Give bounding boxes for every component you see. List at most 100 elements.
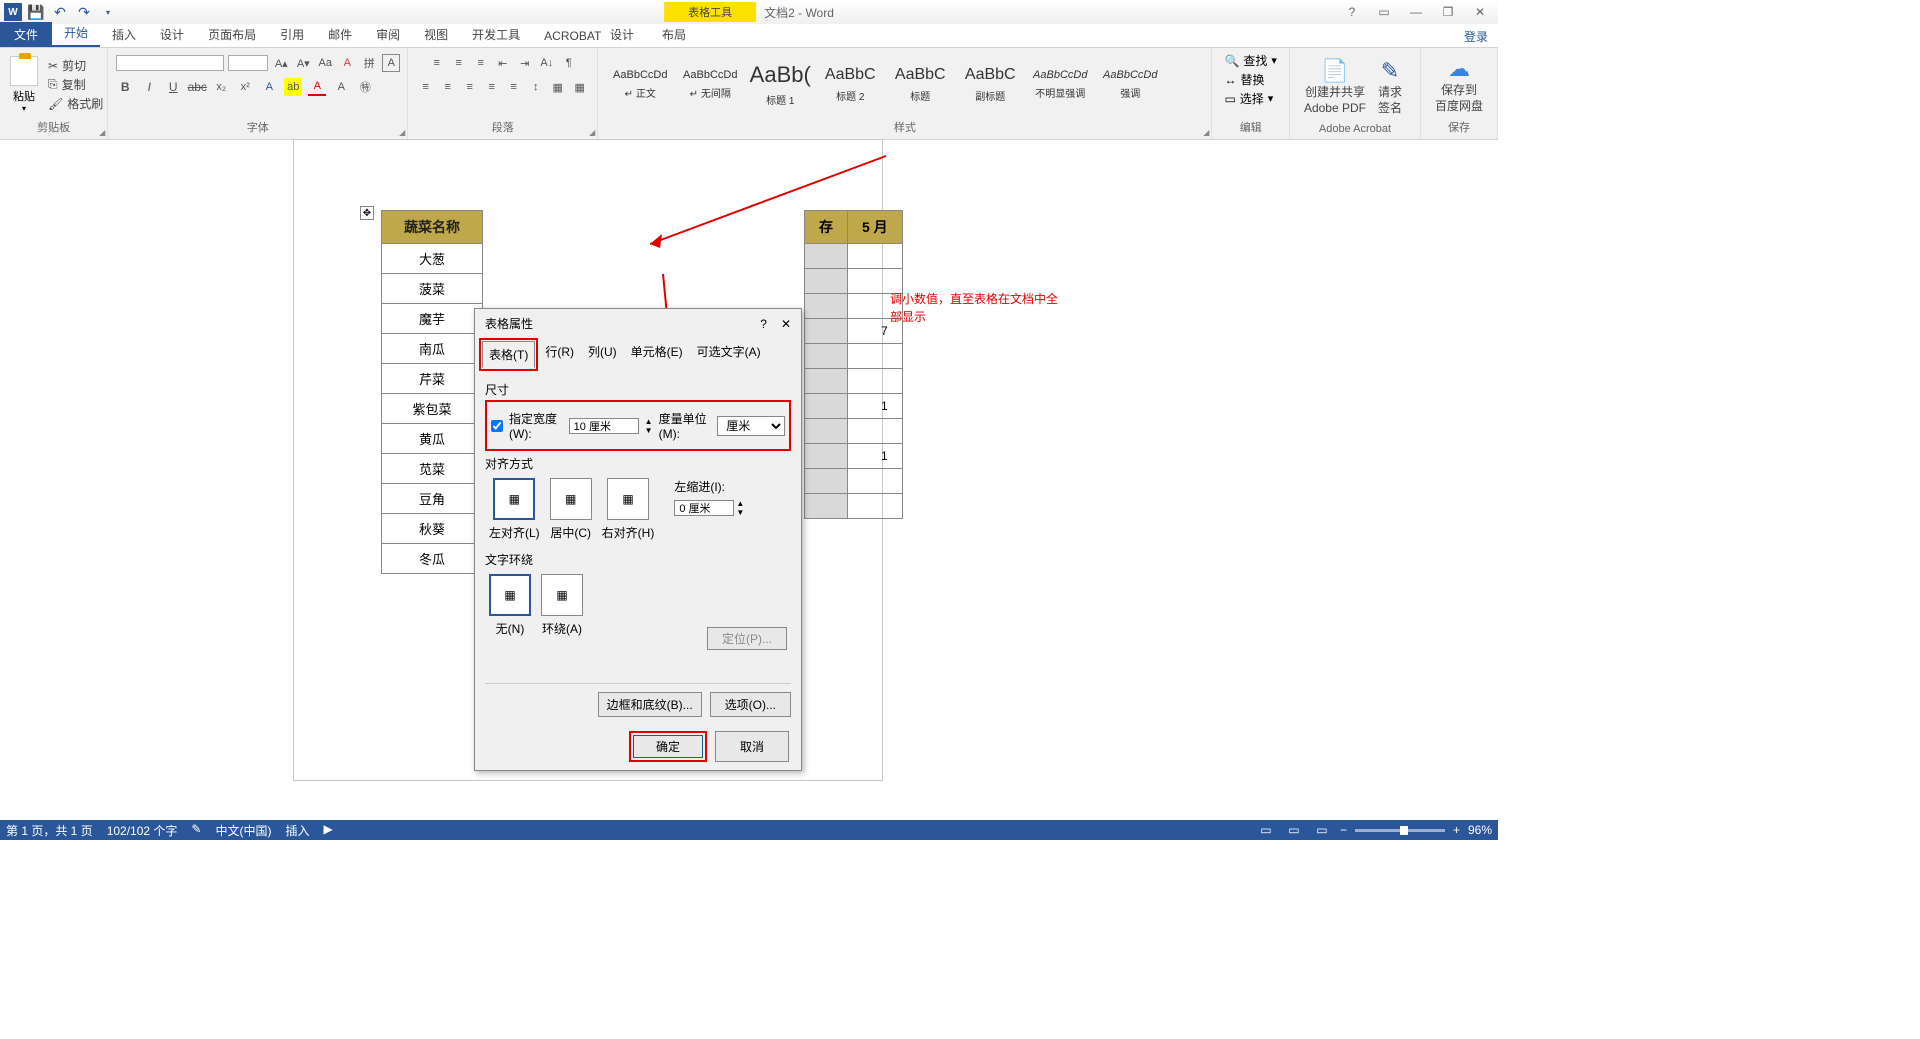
style-item[interactable]: AaBbC标题: [886, 57, 954, 113]
strike-icon[interactable]: abc: [188, 78, 206, 96]
tab-developer[interactable]: 开发工具: [460, 22, 532, 47]
tab-table-layout[interactable]: 布局: [648, 22, 700, 47]
table-cell[interactable]: 豆角: [382, 484, 483, 514]
save-icon[interactable]: 💾: [26, 2, 46, 22]
border-shading-button[interactable]: 边框和底纹(B)...: [598, 692, 702, 717]
status-mode[interactable]: 插入: [285, 822, 309, 839]
font-name-combo[interactable]: [116, 55, 224, 71]
table-cell[interactable]: [805, 344, 848, 369]
italic-icon[interactable]: I: [140, 78, 158, 96]
shrink-font-icon[interactable]: A▾: [294, 54, 312, 72]
dialog-launcher-icon[interactable]: ◢: [1203, 128, 1209, 137]
align-right-icon[interactable]: ≡: [461, 78, 479, 96]
view-web-icon[interactable]: ▭: [1312, 822, 1332, 838]
tab-home[interactable]: 开始: [52, 20, 100, 47]
dialog-tab-table[interactable]: 表格(T): [482, 341, 535, 368]
dialog-launcher-icon[interactable]: ◢: [99, 128, 105, 137]
wrap-none-option[interactable]: ▦无(N): [489, 574, 531, 637]
phonetic-icon[interactable]: 拼: [360, 54, 378, 72]
table-cell[interactable]: 菠菜: [382, 274, 483, 304]
enclose-icon[interactable]: ㊕: [356, 78, 374, 96]
show-marks-icon[interactable]: ¶: [560, 54, 578, 72]
copy-button[interactable]: ⎘复制: [48, 76, 103, 93]
indent-icon[interactable]: ⇥: [516, 54, 534, 72]
zoom-in-icon[interactable]: +: [1453, 823, 1460, 837]
select-button[interactable]: ▭选择 ▾: [1224, 90, 1273, 107]
request-sign-button[interactable]: ✎ 请求签名: [1374, 57, 1406, 115]
tab-mail[interactable]: 邮件: [316, 22, 364, 47]
underline-icon[interactable]: U: [164, 78, 182, 96]
numbering-icon[interactable]: ≡: [450, 54, 468, 72]
tab-design[interactable]: 设计: [148, 22, 196, 47]
style-item[interactable]: AaBbC副标题: [956, 57, 1024, 113]
tab-page-layout[interactable]: 页面布局: [196, 22, 268, 47]
char-shading-icon[interactable]: A: [332, 78, 350, 96]
table-cell[interactable]: [848, 369, 903, 394]
ribbon-options-icon[interactable]: ▭: [1370, 2, 1398, 22]
login-link[interactable]: 登录: [1464, 28, 1488, 45]
width-checkbox[interactable]: [491, 420, 503, 432]
align-left-option[interactable]: ▦左对齐(L): [489, 478, 540, 541]
close-icon[interactable]: ✕: [1466, 2, 1494, 22]
ok-button[interactable]: 确定: [633, 735, 703, 758]
tab-view[interactable]: 视图: [412, 22, 460, 47]
style-item[interactable]: AaBbCcDd↵ 正文: [606, 57, 674, 113]
style-item[interactable]: AaBbC标题 2: [816, 57, 884, 113]
dialog-close-icon[interactable]: ✕: [781, 317, 791, 331]
dialog-tab-col[interactable]: 列(U): [581, 338, 624, 371]
table-cell[interactable]: [805, 369, 848, 394]
table-cell[interactable]: [848, 244, 903, 269]
line-spacing-icon[interactable]: ↕: [527, 78, 545, 96]
table-cell[interactable]: 1: [848, 394, 903, 419]
zoom-slider[interactable]: [1355, 829, 1445, 832]
table-move-handle-icon[interactable]: ✥: [360, 206, 374, 220]
table-cell[interactable]: 紫包菜: [382, 394, 483, 424]
superscript-icon[interactable]: x²: [236, 78, 254, 96]
dialog-launcher-icon[interactable]: ◢: [589, 128, 595, 137]
grow-font-icon[interactable]: A▴: [272, 54, 290, 72]
tab-references[interactable]: 引用: [268, 22, 316, 47]
style-item[interactable]: AaBbCcDd不明显强调: [1026, 57, 1094, 113]
borders-icon[interactable]: ▦: [571, 78, 589, 96]
table-header-cell[interactable]: 5 月: [848, 211, 903, 244]
table-cell[interactable]: 1: [848, 444, 903, 469]
undo-icon[interactable]: ↶: [50, 2, 70, 22]
restore-icon[interactable]: ❐: [1434, 2, 1462, 22]
status-words[interactable]: 102/102 个字: [107, 822, 178, 839]
tab-file[interactable]: 文件: [0, 22, 52, 47]
tab-insert[interactable]: 插入: [100, 22, 148, 47]
multilevel-icon[interactable]: ≡: [472, 54, 490, 72]
align-center-option[interactable]: ▦居中(C): [550, 478, 592, 541]
format-painter-button[interactable]: 🖌格式刷: [48, 95, 103, 112]
shading-icon[interactable]: ▦: [549, 78, 567, 96]
dialog-launcher-icon[interactable]: ◢: [399, 128, 405, 137]
table-cell[interactable]: 魔芋: [382, 304, 483, 334]
status-lang[interactable]: 中文(中国): [215, 822, 271, 839]
justify-icon[interactable]: ≡: [483, 78, 501, 96]
zoom-out-icon[interactable]: −: [1340, 823, 1347, 837]
view-print-icon[interactable]: ▭: [1284, 822, 1304, 838]
char-border-icon[interactable]: A: [382, 54, 400, 72]
dialog-tab-alt[interactable]: 可选文字(A): [690, 338, 768, 371]
table-cell[interactable]: 冬瓜: [382, 544, 483, 574]
paste-button[interactable]: 粘贴 ▾: [4, 56, 44, 113]
replace-button[interactable]: ↔替换: [1224, 71, 1264, 88]
table-cell[interactable]: 秋葵: [382, 514, 483, 544]
table-cell[interactable]: 黄瓜: [382, 424, 483, 454]
table-cell[interactable]: [805, 394, 848, 419]
clear-format-icon[interactable]: A: [338, 54, 356, 72]
options-button[interactable]: 选项(O)...: [710, 692, 791, 717]
font-color-icon[interactable]: A: [308, 78, 326, 96]
table-header-cell[interactable]: 蔬菜名称: [382, 211, 483, 244]
width-input[interactable]: [569, 418, 639, 434]
table-cell[interactable]: [848, 344, 903, 369]
table-cell[interactable]: 芹菜: [382, 364, 483, 394]
font-size-combo[interactable]: [228, 55, 268, 71]
align-left-icon[interactable]: ≡: [417, 78, 435, 96]
table-cell[interactable]: [805, 444, 848, 469]
bold-icon[interactable]: B: [116, 78, 134, 96]
dialog-help-icon[interactable]: ?: [760, 317, 767, 331]
align-right-option[interactable]: ▦右对齐(H): [602, 478, 655, 541]
qat-more-icon[interactable]: ▾: [98, 2, 118, 22]
status-spellcheck-icon[interactable]: ✎: [191, 822, 201, 839]
